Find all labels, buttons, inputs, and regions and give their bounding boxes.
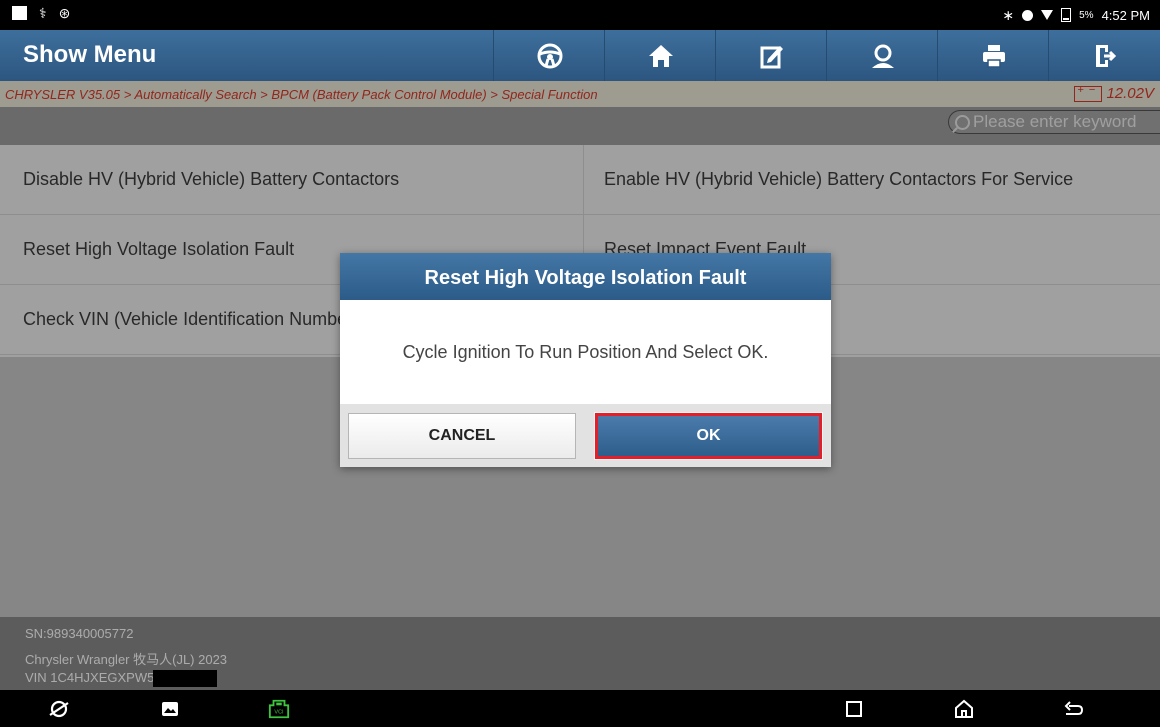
planet-icon	[49, 700, 69, 718]
status-bar: ⚕ ⊛ ∗ 5% 4:52 PM	[0, 0, 1160, 30]
user-support-icon	[871, 44, 894, 68]
recents-square-icon	[846, 701, 862, 717]
clock: 4:52 PM	[1101, 7, 1150, 23]
dialog-message: Cycle Ignition To Run Position And Selec…	[402, 342, 769, 362]
dialog-title: Reset High Voltage Isolation Fault	[340, 253, 831, 300]
svg-text:VCI: VCI	[274, 710, 284, 716]
ok-button[interactable]: OK	[594, 412, 823, 460]
print-icon	[982, 44, 1005, 68]
notification-image-icon	[12, 6, 27, 20]
battery-percent: 5%	[1079, 9, 1094, 21]
exit-icon	[1095, 44, 1116, 67]
gallery-button[interactable]	[159, 698, 181, 725]
back-button[interactable]	[1062, 698, 1084, 725]
print-button[interactable]	[937, 30, 1049, 81]
back-arrow-icon	[1064, 701, 1084, 715]
cancel-button[interactable]: CANCEL	[348, 413, 576, 459]
dialog-button-bar: CANCEL OK	[340, 404, 831, 467]
exit-button[interactable]	[1048, 30, 1160, 81]
vci-button[interactable]: VCI	[268, 698, 290, 725]
home-outline-icon	[955, 699, 973, 718]
user-support-button[interactable]	[826, 30, 938, 81]
usb-debug-icon: ⚕	[39, 5, 47, 21]
home-icon	[648, 44, 673, 67]
battery-icon	[1061, 8, 1072, 22]
image-icon	[162, 702, 178, 716]
recents-button[interactable]	[843, 698, 865, 725]
vci-icon: VCI	[268, 699, 290, 719]
app-header: Show Menu	[0, 30, 1160, 81]
android-nav-bar: VCI	[0, 690, 1160, 727]
page-title: Show Menu	[23, 41, 157, 68]
home-button[interactable]	[604, 30, 716, 81]
browser-button[interactable]	[48, 698, 70, 725]
edit-icon	[760, 45, 783, 68]
do-not-disturb-icon	[1022, 9, 1034, 21]
home-nav-button[interactable]	[953, 698, 975, 725]
edit-button[interactable]	[715, 30, 827, 81]
accessibility-icon: ⊛	[58, 5, 71, 21]
wifi-icon	[1041, 10, 1054, 20]
steering-wheel-icon	[537, 43, 562, 68]
bluetooth-icon: ∗	[1002, 7, 1015, 23]
steering-wheel-button[interactable]	[493, 30, 605, 81]
confirm-dialog: Reset High Voltage Isolation Fault Cycle…	[340, 253, 831, 467]
